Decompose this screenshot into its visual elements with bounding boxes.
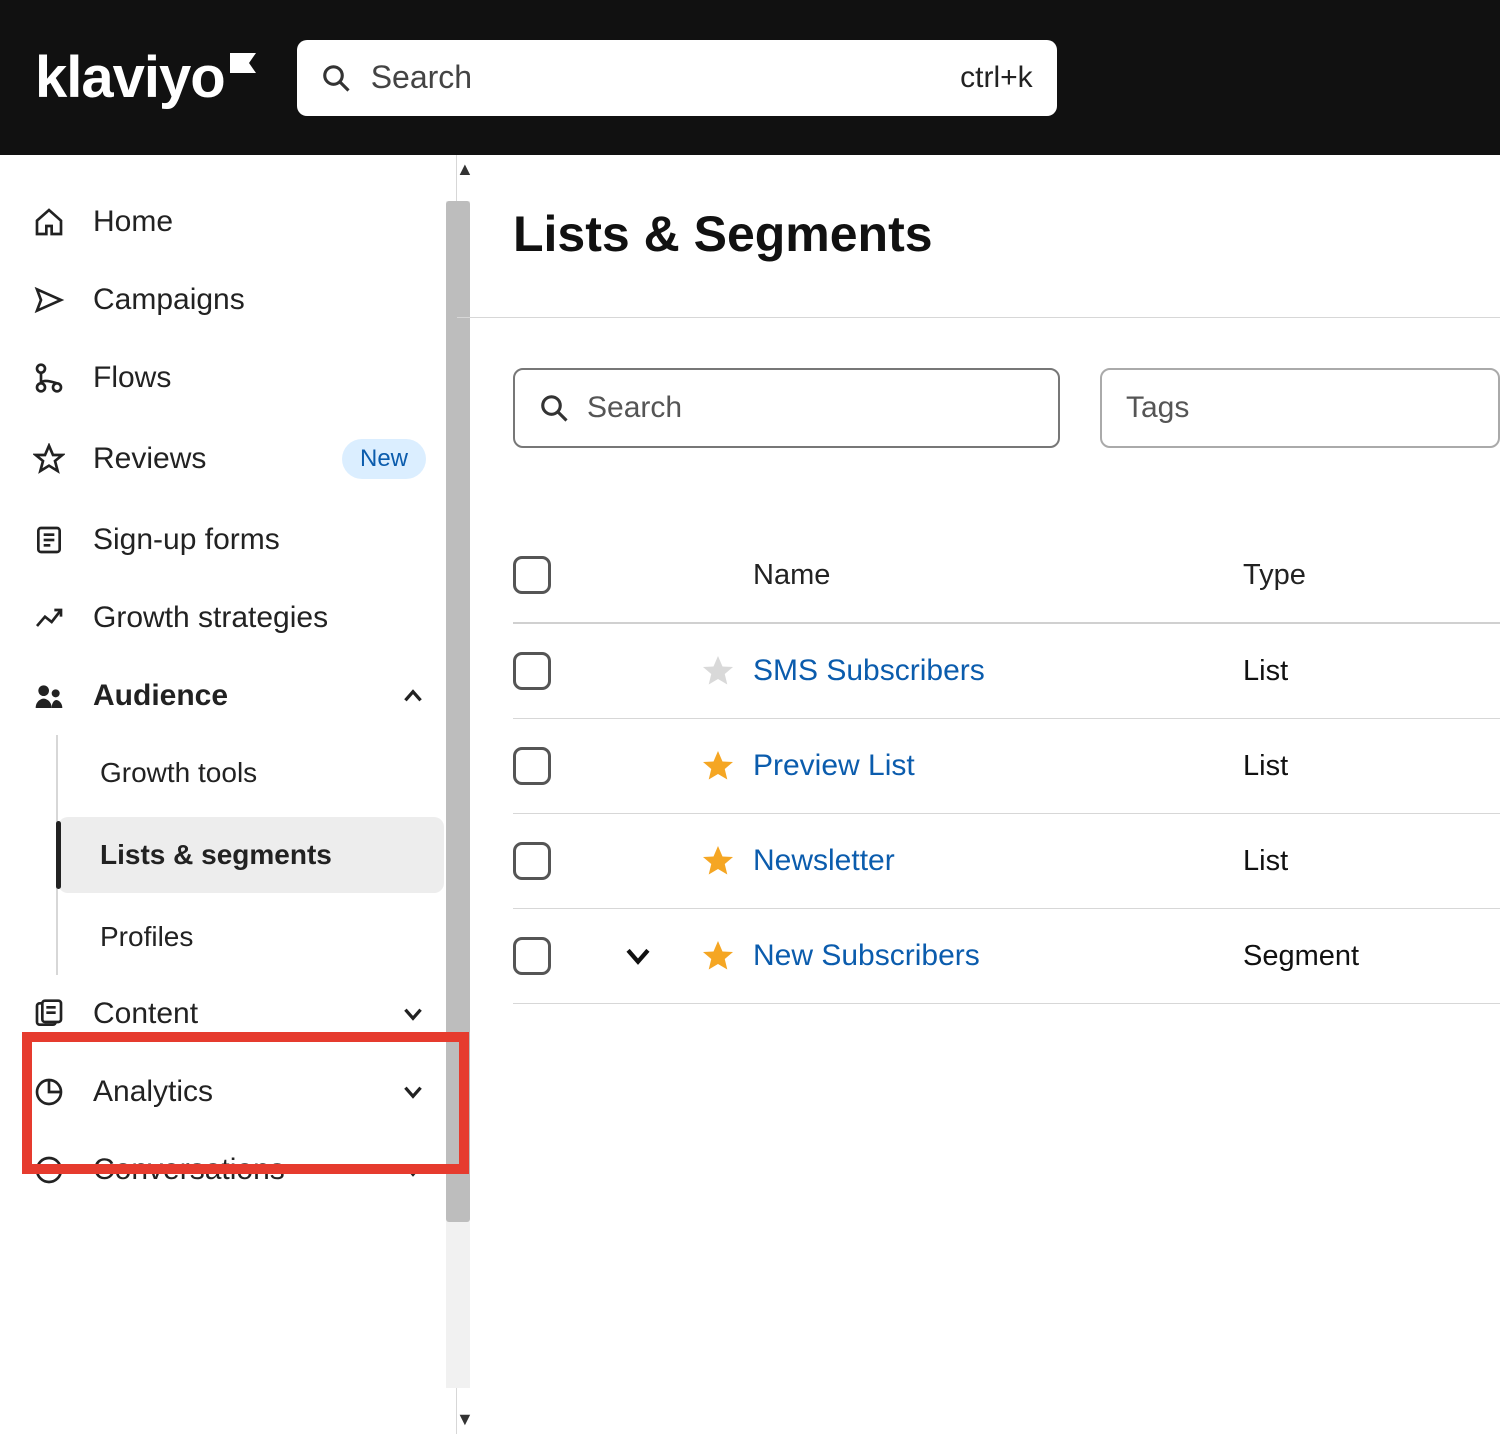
topbar: klaviyo ctrl+k	[0, 0, 1500, 155]
flows-icon	[30, 362, 68, 394]
table-row: Preview List List	[513, 719, 1500, 814]
list-search[interactable]	[513, 368, 1060, 448]
column-name[interactable]: Name	[753, 559, 1243, 592]
list-type: List	[1243, 750, 1463, 783]
sidebar-item-label: Conversations	[93, 1153, 375, 1187]
chevron-up-icon	[400, 683, 426, 709]
list-name-link[interactable]: New Subscribers	[753, 939, 980, 972]
subnav-growth-tools[interactable]: Growth tools	[58, 735, 456, 811]
subnav-profiles[interactable]: Profiles	[58, 899, 456, 975]
row-checkbox[interactable]	[513, 842, 551, 880]
sidebar-item-label: Home	[93, 205, 426, 239]
column-type[interactable]: Type	[1243, 559, 1463, 592]
tags-filter[interactable]	[1100, 368, 1500, 448]
row-checkbox[interactable]	[513, 747, 551, 785]
logo-flag-icon	[229, 52, 257, 74]
search-icon	[321, 63, 351, 93]
row-checkbox[interactable]	[513, 937, 551, 975]
divider	[457, 317, 1500, 318]
conversations-icon	[30, 1154, 68, 1186]
sidebar-item-label: Growth strategies	[93, 601, 426, 635]
list-type: List	[1243, 845, 1463, 878]
table-row: New Subscribers Segment	[513, 909, 1500, 1004]
audience-subnav: Growth tools Lists & segments Profiles	[56, 735, 456, 975]
sidebar-item-label: Reviews	[93, 442, 317, 476]
audience-icon	[30, 680, 68, 712]
list-name-link[interactable]: SMS Subscribers	[753, 654, 985, 687]
list-name-link[interactable]: Newsletter	[753, 844, 895, 877]
list-type: Segment	[1243, 940, 1463, 973]
select-all-checkbox[interactable]	[513, 556, 551, 594]
row-checkbox[interactable]	[513, 652, 551, 690]
sidebar: ▲ ▼ Home Campaigns Flows	[0, 155, 457, 1434]
filter-bar	[513, 368, 1500, 448]
growth-icon	[30, 602, 68, 634]
page-title: Lists & Segments	[513, 205, 1500, 263]
chevron-down-icon	[400, 1157, 426, 1183]
expand-row-icon[interactable]	[593, 939, 683, 973]
sidebar-item-label: Content	[93, 997, 375, 1031]
global-search-input[interactable]	[371, 59, 940, 96]
sidebar-item-content[interactable]: Content	[0, 975, 456, 1053]
sidebar-item-signup-forms[interactable]: Sign-up forms	[0, 501, 456, 579]
list-name-link[interactable]: Preview List	[753, 749, 915, 782]
form-icon	[30, 524, 68, 556]
new-badge: New	[342, 439, 426, 479]
table-row: Newsletter List	[513, 814, 1500, 909]
sidebar-item-flows[interactable]: Flows	[0, 339, 456, 417]
favorite-star[interactable]	[683, 938, 753, 974]
content-icon	[30, 998, 68, 1030]
star-icon	[30, 443, 68, 475]
sidebar-item-label: Campaigns	[93, 283, 426, 317]
list-type: List	[1243, 655, 1463, 688]
tags-filter-input[interactable]	[1126, 391, 1500, 425]
global-search[interactable]: ctrl+k	[297, 40, 1057, 116]
table-header: Name Type	[513, 528, 1500, 624]
sidebar-item-audience[interactable]: Audience	[0, 657, 456, 735]
search-shortcut: ctrl+k	[960, 61, 1033, 95]
sidebar-item-home[interactable]: Home	[0, 183, 456, 261]
favorite-star[interactable]	[683, 843, 753, 879]
search-icon	[539, 393, 569, 423]
sidebar-item-label: Analytics	[93, 1075, 375, 1109]
sidebar-item-reviews[interactable]: Reviews New	[0, 417, 456, 501]
subnav-lists-segments[interactable]: Lists & segments	[58, 817, 444, 893]
list-search-input[interactable]	[587, 391, 1034, 425]
home-icon	[30, 206, 68, 238]
logo-text: klaviyo	[35, 44, 225, 111]
sidebar-item-conversations[interactable]: Conversations	[0, 1131, 456, 1209]
chevron-down-icon	[400, 1001, 426, 1027]
lists-table: Name Type SMS Subscribers List Preview L…	[513, 528, 1500, 1004]
table-row: SMS Subscribers List	[513, 624, 1500, 719]
favorite-star[interactable]	[683, 653, 753, 689]
sidebar-item-label: Audience	[93, 679, 375, 713]
sidebar-item-growth-strategies[interactable]: Growth strategies	[0, 579, 456, 657]
main-content: Lists & Segments Name Type	[457, 155, 1500, 1434]
sidebar-item-campaigns[interactable]: Campaigns	[0, 261, 456, 339]
sidebar-item-analytics[interactable]: Analytics	[0, 1053, 456, 1131]
campaigns-icon	[30, 284, 68, 316]
sidebar-item-label: Flows	[93, 361, 426, 395]
sidebar-item-label: Sign-up forms	[93, 523, 426, 557]
analytics-icon	[30, 1076, 68, 1108]
logo: klaviyo	[35, 44, 257, 111]
chevron-down-icon	[400, 1079, 426, 1105]
favorite-star[interactable]	[683, 748, 753, 784]
